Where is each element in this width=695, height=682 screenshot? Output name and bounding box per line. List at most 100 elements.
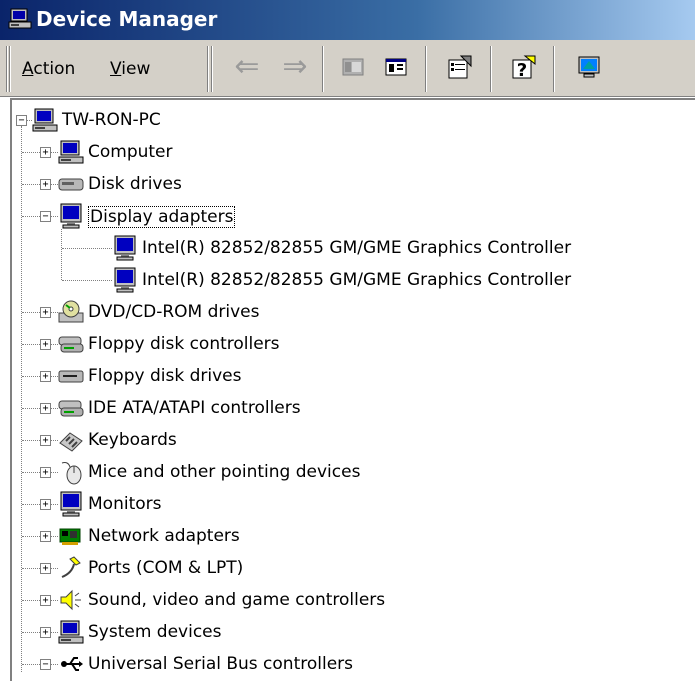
expand-toggle[interactable]: + bbox=[40, 371, 51, 382]
toolbar-separator bbox=[211, 46, 213, 92]
cd-rom-icon bbox=[58, 299, 84, 325]
view-menu[interactable]: View bbox=[110, 59, 150, 79]
toolbar-separator bbox=[553, 46, 555, 92]
tree-item-5[interactable]: + Floppy disk drives bbox=[12, 361, 687, 393]
tree-connector bbox=[51, 152, 58, 153]
tree-item-label: Network adapters bbox=[88, 526, 240, 546]
tree-item-4[interactable]: + Floppy disk controllers bbox=[12, 329, 687, 361]
mouse-icon bbox=[58, 459, 84, 485]
show-hide-icon[interactable] bbox=[380, 51, 412, 83]
tree-connector bbox=[21, 126, 22, 672]
forward-arrow-icon[interactable]: ⇒ bbox=[279, 51, 311, 83]
expand-toggle[interactable]: + bbox=[40, 563, 51, 574]
speaker-icon bbox=[58, 587, 84, 613]
tree-item-label: Floppy disk controllers bbox=[88, 334, 280, 354]
properties-icon[interactable] bbox=[444, 51, 476, 83]
expand-toggle[interactable]: + bbox=[40, 307, 51, 318]
monitor-icon bbox=[112, 267, 138, 293]
disk-drive-icon bbox=[58, 171, 84, 197]
tree-connector bbox=[22, 664, 40, 665]
toolbar-separator bbox=[207, 46, 209, 92]
tree-connector bbox=[22, 216, 40, 217]
tree-item-label: Sound, video and game controllers bbox=[88, 590, 386, 610]
tree-item-2[interactable]: − Display adapters bbox=[12, 201, 687, 233]
tree-connector bbox=[51, 344, 58, 345]
computer-icon bbox=[58, 139, 84, 165]
tree-connector bbox=[22, 152, 40, 153]
toolbar: Action View ⇐ ⇒ ? bbox=[0, 40, 695, 98]
expand-toggle[interactable]: + bbox=[40, 499, 51, 510]
tree-connector bbox=[22, 472, 40, 473]
tree-item-13[interactable]: + System devices bbox=[12, 617, 687, 649]
tree-item-7[interactable]: + Keyboards bbox=[12, 425, 687, 457]
title-bar: Device Manager bbox=[0, 0, 695, 40]
tree-item-11[interactable]: + Ports (COM & LPT) bbox=[12, 553, 687, 585]
tree-connector bbox=[51, 216, 58, 217]
scan-hardware-icon[interactable] bbox=[573, 51, 605, 83]
tree-connector bbox=[51, 600, 58, 601]
tree-connector bbox=[61, 229, 62, 280]
computer-icon bbox=[58, 619, 84, 645]
tree-connector bbox=[51, 408, 58, 409]
tree-item-6[interactable]: + IDE ATA/ATAPI controllers bbox=[12, 393, 687, 425]
back-arrow-icon[interactable]: ⇐ bbox=[231, 51, 263, 83]
expand-toggle[interactable]: + bbox=[40, 435, 51, 446]
window-title: Device Manager bbox=[36, 7, 218, 31]
collapse-toggle[interactable]: − bbox=[16, 115, 27, 126]
monitor-icon bbox=[58, 491, 84, 517]
tree-connector bbox=[51, 536, 58, 537]
tree-connector bbox=[22, 312, 40, 313]
tree-connector bbox=[51, 568, 58, 569]
controller-icon bbox=[58, 331, 84, 357]
tree-item-label: Intel(R) 82852/82855 GM/GME Graphics Con… bbox=[142, 270, 572, 290]
network-adapter-icon bbox=[58, 523, 84, 549]
floppy-drive-icon bbox=[58, 363, 84, 389]
help-icon[interactable]: ? bbox=[508, 51, 540, 83]
tree-item-9[interactable]: + Monitors bbox=[12, 489, 687, 521]
tree-connector bbox=[51, 632, 58, 633]
tree-root-item[interactable]: − TW-RON-PC bbox=[12, 105, 687, 137]
tree-item-12[interactable]: + Sound, video and game controllers bbox=[12, 585, 687, 617]
tree-connector bbox=[22, 600, 40, 601]
tree-item-1[interactable]: + Disk drives bbox=[12, 169, 687, 201]
tree-item-label: Mice and other pointing devices bbox=[88, 462, 361, 482]
toolbar-grip-2 bbox=[9, 46, 11, 92]
tree-connector bbox=[62, 280, 112, 281]
tree-item-label: Floppy disk drives bbox=[88, 366, 242, 386]
expand-toggle[interactable]: + bbox=[40, 179, 51, 190]
tree-item-0[interactable]: + Computer bbox=[12, 137, 687, 169]
tree-item-label: Keyboards bbox=[88, 430, 177, 450]
tree-item-14[interactable]: − Universal Serial Bus controllers bbox=[12, 649, 687, 681]
tree-item-label: Intel(R) 82852/82855 GM/GME Graphics Con… bbox=[142, 238, 572, 258]
tree-child-item-2-1[interactable]: Intel(R) 82852/82855 GM/GME Graphics Con… bbox=[12, 265, 687, 297]
usb-icon bbox=[58, 651, 84, 677]
collapse-toggle[interactable]: − bbox=[40, 211, 51, 222]
expand-toggle[interactable]: + bbox=[40, 627, 51, 638]
tree-item-label: IDE ATA/ATAPI controllers bbox=[88, 398, 301, 418]
computer-icon bbox=[32, 107, 58, 133]
monitor-icon bbox=[58, 203, 84, 229]
device-tree[interactable]: − TW-RON-PC + Computer + Disk drives − Display … bbox=[10, 98, 695, 681]
keyboard-icon bbox=[58, 427, 84, 453]
tree-item-label: TW-RON-PC bbox=[62, 110, 161, 130]
tree-item-8[interactable]: + Mice and other pointing devices bbox=[12, 457, 687, 489]
port-icon bbox=[58, 555, 84, 581]
tree-item-label: Ports (COM & LPT) bbox=[88, 558, 244, 578]
expand-toggle[interactable]: + bbox=[40, 467, 51, 478]
expand-toggle[interactable]: + bbox=[40, 339, 51, 350]
tree-child-item-2-0[interactable]: Intel(R) 82852/82855 GM/GME Graphics Con… bbox=[12, 233, 687, 265]
action-menu[interactable]: Action bbox=[22, 59, 75, 79]
collapse-toggle[interactable]: − bbox=[40, 659, 51, 670]
expand-toggle[interactable]: + bbox=[40, 531, 51, 542]
tree-connector bbox=[22, 536, 40, 537]
expand-toggle[interactable]: + bbox=[40, 403, 51, 414]
toolbar-grip[interactable] bbox=[6, 46, 8, 92]
tree-item-label: DVD/CD-ROM drives bbox=[88, 302, 260, 322]
tree-item-10[interactable]: + Network adapters bbox=[12, 521, 687, 553]
tree-item-label: System devices bbox=[88, 622, 222, 642]
tree-item-3[interactable]: + DVD/CD-ROM drives bbox=[12, 297, 687, 329]
expand-toggle[interactable]: + bbox=[40, 147, 51, 158]
tree-item-label: Disk drives bbox=[88, 174, 182, 194]
console-tree-icon[interactable] bbox=[337, 51, 369, 83]
expand-toggle[interactable]: + bbox=[40, 595, 51, 606]
